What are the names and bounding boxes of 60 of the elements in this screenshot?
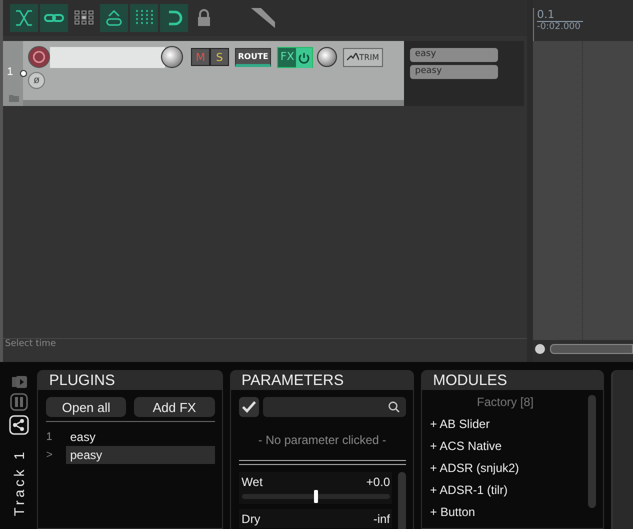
envelope-link-icon: [104, 8, 124, 28]
ruler-icon: [250, 7, 276, 29]
solo-button[interactable]: S: [210, 48, 229, 66]
toolbar-button[interactable]: [130, 4, 158, 32]
plugin-index: 1: [46, 431, 54, 443]
parameter-name: Wet: [242, 475, 263, 489]
pan-knob[interactable]: [317, 47, 338, 67]
module-list-item[interactable]: + Button: [430, 505, 580, 527]
plugin-list-item[interactable]: peasy: [66, 446, 215, 464]
parameter-value: +0.0: [366, 475, 390, 489]
horizontal-scrollbar[interactable]: [550, 344, 633, 354]
toolbar-button[interactable]: [160, 4, 188, 32]
ruler-bar-label: 0.1: [537, 8, 583, 22]
monitor-icon[interactable]: [10, 375, 28, 389]
share-icon[interactable]: [8, 415, 29, 435]
phase-button[interactable]: ø: [28, 72, 45, 89]
parameter-row[interactable]: Wet +0.0: [238, 472, 392, 504]
track-select-dot[interactable]: [20, 70, 27, 77]
power-icon[interactable]: [296, 48, 312, 68]
fx-toggle[interactable]: FX: [277, 46, 314, 68]
plugin-list-item[interactable]: easy: [66, 428, 215, 446]
empty-message: - No parameter clicked -: [257, 433, 388, 447]
route-button[interactable]: ROUTE: [235, 48, 272, 66]
module-list-item[interactable]: + ACS Native: [430, 439, 580, 461]
ruler-time-label: -0:02.000: [537, 22, 582, 32]
search-field[interactable]: [262, 397, 406, 417]
toolbar-button[interactable]: [100, 4, 128, 32]
pause-icon[interactable]: [10, 393, 28, 411]
trim-button[interactable]: TRIM: [343, 48, 383, 66]
panel-title: PARAMETERS: [230, 370, 414, 390]
track-label: Track 1: [10, 449, 27, 516]
scrollbar[interactable]: [588, 395, 596, 508]
slider-thumb[interactable]: [314, 490, 318, 503]
fx-chain-item[interactable]: peasy: [410, 65, 498, 79]
scrollbar[interactable]: [398, 472, 406, 529]
fx-button[interactable]: FX: [278, 48, 296, 66]
toolbar-button[interactable]: [10, 4, 38, 32]
envelope-icon: [347, 53, 360, 61]
parameter-value: -inf: [373, 512, 390, 526]
module-group-label: Factory [8]: [476, 395, 535, 411]
toolbar-button[interactable]: [40, 4, 68, 32]
record-arm-button[interactable]: [28, 46, 50, 68]
track-number: 1: [7, 66, 14, 78]
plugin-index: >: [46, 449, 54, 461]
crossfade-icon: [14, 8, 34, 28]
plugin-action-button[interactable]: Add FX: [134, 397, 215, 417]
volume-knob[interactable]: [161, 46, 183, 68]
status-text: Select time: [3, 338, 527, 356]
search-icon: [388, 401, 400, 413]
fx-chain-item[interactable]: easy: [410, 48, 498, 62]
parameter-name: Dry: [242, 512, 260, 526]
plugin-action-button[interactable]: Open all: [46, 397, 126, 417]
module-list-item[interactable]: + AB Slider: [430, 417, 580, 439]
scroll-left-icon[interactable]: [535, 344, 545, 354]
panel-title: PLUGINS: [37, 370, 223, 390]
parameter-row[interactable]: Dry -inf: [238, 509, 392, 528]
filter-checkbox[interactable]: [238, 397, 259, 417]
panel-title: MODULES: [421, 370, 604, 390]
module-list-item[interactable]: + ADSR (snjuk2): [430, 461, 580, 483]
module-list-item[interactable]: + ADSR-1 (tilr): [430, 483, 580, 505]
